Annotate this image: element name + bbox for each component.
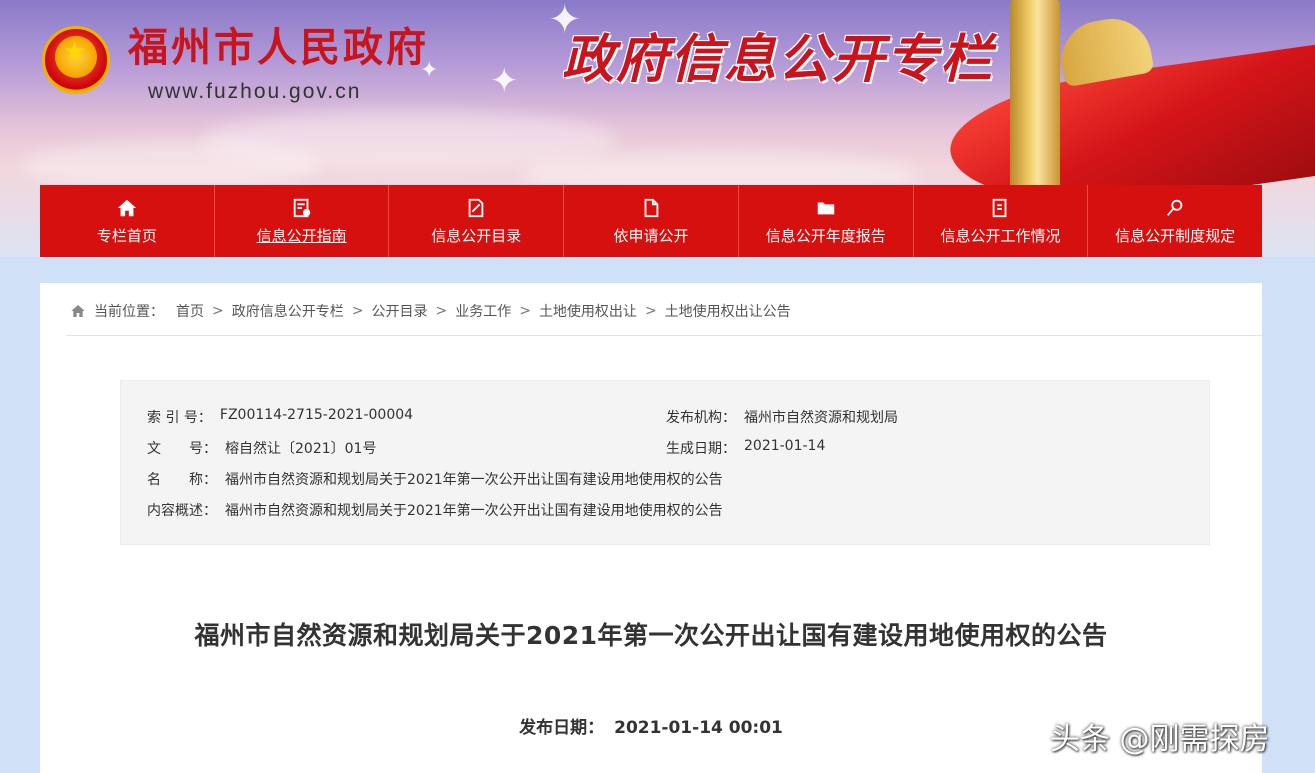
meta-summary: 内容概述： 福州市自然资源和规划局关于2021年第一次公开出让国有建设用地使用权… xyxy=(147,503,723,519)
dove-icon: ✦ xyxy=(490,61,519,101)
document-icon xyxy=(644,198,659,218)
breadcrumb-separator: > xyxy=(435,303,448,319)
breadcrumb-home[interactable]: 首页 xyxy=(176,301,204,321)
site-title[interactable]: 福州市人民政府 xyxy=(128,28,429,68)
nav-label: 信息公开目录 xyxy=(431,227,522,245)
meta-publisher: 发布机构： 福州市自然资源和规划局 xyxy=(666,410,898,426)
nav-item-home[interactable]: 专栏首页 xyxy=(40,185,215,257)
home-icon xyxy=(117,199,137,217)
huabiao-pillar-decoration xyxy=(1010,0,1060,190)
meta-index: 索 引 号： FZ00114-2715-2021-00004 xyxy=(147,407,414,426)
breadcrumb-business[interactable]: 业务工作 xyxy=(455,301,511,321)
nav-item-annual-report[interactable]: 信息公开年度报告 xyxy=(739,185,914,257)
breadcrumb-land-notice[interactable]: 土地使用权出让公告 xyxy=(665,301,791,321)
nav-item-rules[interactable]: 信息公开制度规定 xyxy=(1088,185,1262,257)
guide-icon xyxy=(293,198,310,218)
watermark: 头条 @刚需探房 xyxy=(1050,722,1270,757)
breadcrumb-separator: > xyxy=(519,303,531,319)
nav-label: 专栏首页 xyxy=(96,227,157,245)
rules-icon xyxy=(1167,199,1183,216)
nav-item-apply[interactable]: 依申请公开 xyxy=(564,185,739,257)
breadcrumb-separator: > xyxy=(212,303,224,319)
nav-item-guide[interactable]: 信息公开指南 xyxy=(215,185,390,257)
publish-date-value: 2021-01-14 00:01 xyxy=(614,718,783,738)
catalog-icon xyxy=(468,198,484,218)
column-title: 政府信息公开专栏 xyxy=(562,30,995,90)
nav-label: 信息公开指南 xyxy=(256,227,347,245)
meta-created: 生成日期： 2021-01-14 xyxy=(666,438,826,457)
publish-date-label: 发布日期： xyxy=(519,718,605,738)
content-card: 当前位置： 首页 > 政府信息公开专栏 > 公开目录 > 业务工作 > 土地使用… xyxy=(40,283,1262,773)
meta-name: 名 称： 福州市自然资源和规划局关于2021年第一次公开出让国有建设用地使用权的… xyxy=(147,472,723,488)
nav-item-work-status[interactable]: 信息公开工作情况 xyxy=(914,185,1089,257)
document-meta-box: 索 引 号： FZ00114-2715-2021-00004 发布机构： 福州市… xyxy=(120,380,1210,545)
nav-label: 信息公开制度规定 xyxy=(1115,227,1236,245)
nav-label: 信息公开年度报告 xyxy=(765,227,886,245)
divider xyxy=(66,335,1262,336)
main-nav: 专栏首页 信息公开指南 信息公开目录 依申请公开 信息公开年度报告 信息公开工作… xyxy=(40,185,1262,257)
document-title: 福州市自然资源和规划局关于2021年第一次公开出让国有建设用地使用权的公告 xyxy=(194,621,1108,650)
work-icon xyxy=(993,198,1007,218)
breadcrumb: 当前位置： 首页 > 政府信息公开专栏 > 公开目录 > 业务工作 > 土地使用… xyxy=(70,301,791,321)
breadcrumb-separator: > xyxy=(351,303,364,319)
breadcrumb-label: 当前位置： xyxy=(94,304,164,320)
breadcrumb-info-column[interactable]: 政府信息公开专栏 xyxy=(232,301,344,321)
breadcrumb-land-transfer[interactable]: 土地使用权出让 xyxy=(539,301,637,321)
nav-label: 依申请公开 xyxy=(613,227,689,245)
nav-label: 信息公开工作情况 xyxy=(940,227,1061,245)
breadcrumb-catalog[interactable]: 公开目录 xyxy=(371,301,427,321)
site-url: www.fuzhou.gov.cn xyxy=(148,80,362,103)
home-icon xyxy=(71,305,85,317)
meta-docno: 文 号： 榕自然让〔2021〕01号 xyxy=(147,441,377,457)
report-icon xyxy=(817,202,834,215)
cloud-decoration xyxy=(20,140,320,190)
breadcrumb-separator: > xyxy=(644,303,657,319)
national-emblem-icon[interactable]: ★ xyxy=(42,26,110,94)
nav-item-catalog[interactable]: 信息公开目录 xyxy=(389,185,565,257)
